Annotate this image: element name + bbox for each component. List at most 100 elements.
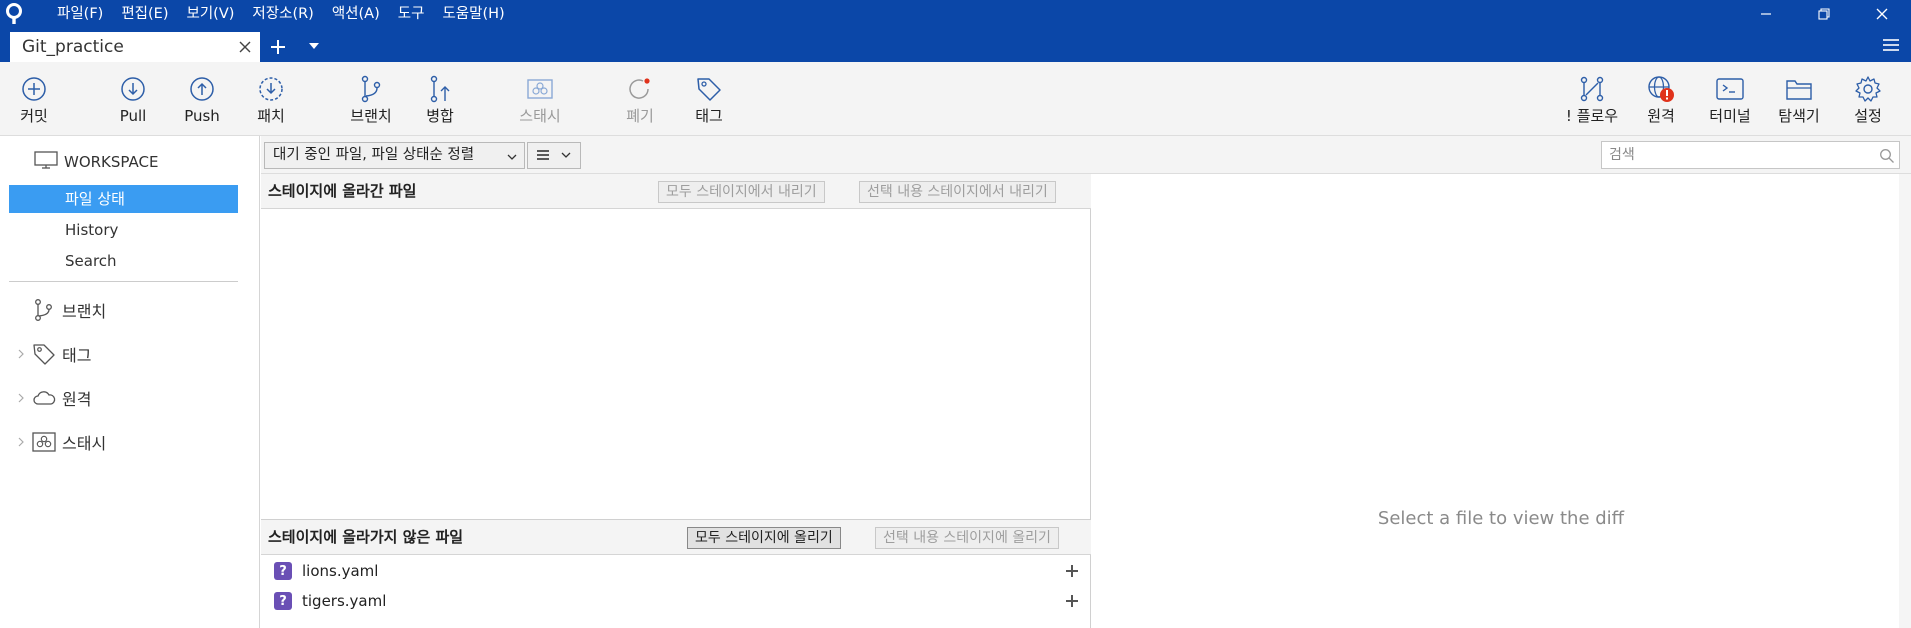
chevron-down-icon xyxy=(560,147,572,165)
pull-button[interactable]: Pull xyxy=(103,72,163,126)
sidebar-item-search[interactable]: Search xyxy=(9,247,238,275)
push-label: Push xyxy=(184,107,220,125)
settings-label: 설정 xyxy=(1854,107,1882,125)
title-bar: 파일(F) 편집(E) 보기(V) 저장소(R) 액션(A) 도구 도움말(H) xyxy=(0,0,1911,28)
menu-bar: 파일(F) 편집(E) 보기(V) 저장소(R) 액션(A) 도구 도움말(H) xyxy=(48,0,514,28)
pull-label: Pull xyxy=(119,107,147,125)
tag-icon xyxy=(30,340,58,368)
menu-repository[interactable]: 저장소(R) xyxy=(243,0,322,28)
chevron-right-icon[interactable] xyxy=(12,437,30,447)
branch-icon xyxy=(341,72,401,106)
merge-label: 병합 xyxy=(426,107,454,125)
commit-button[interactable]: 커밋 xyxy=(4,72,64,126)
search-input[interactable]: 검색 xyxy=(1601,141,1900,169)
stage-file-plus-icon[interactable] xyxy=(1063,592,1081,610)
branch-icon xyxy=(30,296,58,324)
repo-tab-label: Git_practice xyxy=(22,37,124,57)
remote-button[interactable]: 원격 xyxy=(1631,72,1691,126)
stage-selected-button[interactable]: 선택 내용 스테이지에 올리기 xyxy=(875,527,1059,549)
staged-files-panel: 스테이지에 올라간 파일 모두 스테이지에서 내리기 선택 내용 스테이지에서 … xyxy=(261,174,1091,519)
sort-filter-label: 대기 중인 파일, 파일 상태순 정렬 xyxy=(273,147,475,163)
terminal-button[interactable]: 터미널 xyxy=(1700,72,1760,126)
push-arrow-icon xyxy=(172,72,232,106)
close-icon xyxy=(1876,8,1888,20)
sort-filter-dropdown[interactable]: 대기 중인 파일, 파일 상태순 정렬 xyxy=(264,142,525,169)
sidebar-group-stashes[interactable]: 스태시 xyxy=(12,428,106,456)
sidebar-group-remotes[interactable]: 원격 xyxy=(12,384,91,412)
new-tab-plus-icon[interactable] xyxy=(266,35,290,59)
chevron-right-icon[interactable] xyxy=(12,349,30,359)
restore-button[interactable] xyxy=(1795,0,1853,28)
menu-view[interactable]: 보기(V) xyxy=(178,0,244,28)
diff-empty-message: Select a file to view the diff xyxy=(1377,508,1625,529)
view-mode-dropdown[interactable] xyxy=(527,142,581,169)
explorer-label: 탐색기 xyxy=(1778,107,1820,125)
menu-tools[interactable]: 도구 xyxy=(389,0,434,28)
stash-label: 스태시 xyxy=(519,107,561,125)
git-flow-label: ! 플로우 xyxy=(1565,107,1619,125)
git-flow-button[interactable]: ! 플로우 xyxy=(1562,72,1622,126)
window-controls xyxy=(1737,0,1911,28)
sidebar-group-label: 스태시 xyxy=(62,434,107,453)
stash-icon xyxy=(510,72,570,106)
tag-icon xyxy=(679,72,739,106)
push-button[interactable]: Push xyxy=(172,72,232,126)
hamburger-menu-icon[interactable] xyxy=(1881,35,1901,55)
menu-actions[interactable]: 액션(A) xyxy=(323,0,389,28)
minimize-icon xyxy=(1761,13,1771,15)
untracked-status-icon: ? xyxy=(274,562,292,580)
tab-bar: Git_practice xyxy=(0,28,1911,62)
staged-files-title: 스테이지에 올라간 파일 xyxy=(268,182,417,200)
sidebar-group-tags[interactable]: 태그 xyxy=(12,340,91,368)
toolbar: 커밋 Pull Push 패치 브랜치 병합 스태시 폐기 태그 ! 플로우 원… xyxy=(0,62,1911,136)
settings-button[interactable]: 설정 xyxy=(1838,72,1898,126)
filter-bar: 대기 중인 파일, 파일 상태순 정렬 검색 xyxy=(261,136,1911,174)
patch-button[interactable]: 패치 xyxy=(241,72,301,126)
sidebar-item-file-status[interactable]: 파일 상태 xyxy=(9,185,238,213)
close-window-button[interactable] xyxy=(1853,0,1911,28)
branch-button[interactable]: 브랜치 xyxy=(341,72,401,126)
remote-globe-icon xyxy=(1631,72,1691,106)
branch-label: 브랜치 xyxy=(350,107,392,125)
explorer-button[interactable]: 탐색기 xyxy=(1769,72,1829,126)
tab-list-chevron-icon[interactable] xyxy=(306,38,322,54)
remote-label: 원격 xyxy=(1647,107,1675,125)
menu-help[interactable]: 도움말(H) xyxy=(433,0,513,28)
file-name: tigers.yaml xyxy=(302,592,387,610)
list-item[interactable]: ? lions.yaml xyxy=(261,556,1091,586)
git-flow-icon xyxy=(1562,72,1622,106)
discard-icon xyxy=(610,72,670,106)
sidebar-group-label: 태그 xyxy=(62,346,92,365)
unstage-all-button[interactable]: 모두 스테이지에서 내리기 xyxy=(658,181,825,203)
stage-file-plus-icon[interactable] xyxy=(1063,562,1081,580)
sidebar-group-label: 원격 xyxy=(62,390,92,409)
sidebar-group-branches[interactable]: 브랜치 xyxy=(12,296,106,324)
sourcetree-logo-icon xyxy=(0,0,28,28)
patch-icon xyxy=(241,72,301,106)
merge-button[interactable]: 병합 xyxy=(410,72,470,126)
discard-button[interactable]: 폐기 xyxy=(610,72,670,126)
repo-tab[interactable]: Git_practice xyxy=(10,32,260,62)
list-item[interactable]: ? tigers.yaml xyxy=(261,586,1091,616)
chevron-right-icon[interactable] xyxy=(12,393,30,403)
staged-files-header: 스테이지에 올라간 파일 모두 스테이지에서 내리기 선택 내용 스테이지에서 … xyxy=(261,174,1091,209)
minimize-button[interactable] xyxy=(1737,0,1795,28)
diff-scrollbar[interactable] xyxy=(1899,174,1911,628)
terminal-icon xyxy=(1700,72,1760,106)
sidebar-divider xyxy=(9,281,238,282)
stash-button[interactable]: 스태시 xyxy=(510,72,570,126)
tag-button[interactable]: 태그 xyxy=(679,72,739,126)
tab-close-icon[interactable] xyxy=(235,37,255,57)
menu-file[interactable]: 파일(F) xyxy=(48,0,112,28)
sidebar-item-history[interactable]: History xyxy=(9,216,238,244)
merge-icon xyxy=(410,72,470,106)
unstaged-files-panel: 스테이지에 올라가지 않은 파일 모두 스테이지에 올리기 선택 내용 스테이지… xyxy=(261,519,1091,628)
workspace-label: WORKSPACE xyxy=(64,153,159,171)
stage-all-button[interactable]: 모두 스테이지에 올리기 xyxy=(687,527,841,549)
gear-icon xyxy=(1838,72,1898,106)
cloud-icon xyxy=(30,384,58,412)
menu-edit[interactable]: 편집(E) xyxy=(112,0,177,28)
unstaged-files-title: 스테이지에 올라가지 않은 파일 xyxy=(268,528,464,546)
sidebar: WORKSPACE 파일 상태 History Search 브랜치 태그 원격… xyxy=(0,136,260,628)
unstage-selected-button[interactable]: 선택 내용 스테이지에서 내리기 xyxy=(859,181,1056,203)
